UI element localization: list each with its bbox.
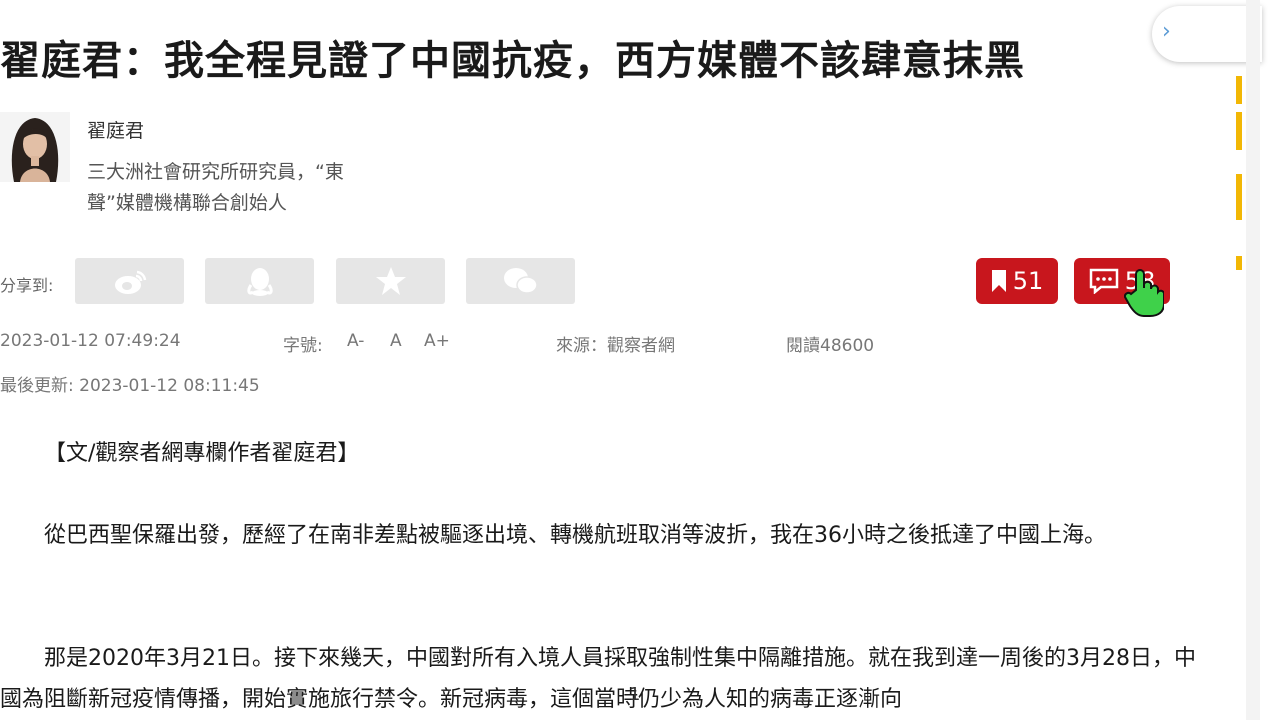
font-size-normal[interactable]: A	[390, 331, 402, 351]
last-updated: 最後更新: 2023-01-12 08:11:45	[0, 376, 260, 396]
font-size-increase[interactable]: A+	[424, 331, 450, 351]
font-size-label: 字號:	[283, 336, 323, 356]
hand-cursor-icon	[1123, 268, 1165, 322]
share-qq-button[interactable]	[205, 258, 314, 304]
bookmark-icon	[991, 270, 1006, 292]
author-bio: 三大洲社會研究所研究員，“東聲”媒體機構聯合創始人	[87, 161, 344, 214]
page-number: 1	[629, 684, 641, 705]
share-weibo-button[interactable]	[75, 258, 184, 304]
qzone-star-icon	[375, 267, 406, 295]
article-paragraph: 從巴西聖保羅出發，歷經了在南非差點被驅逐出境、轉機航班取消等波折，我在36小時之…	[44, 523, 1106, 548]
article-paragraph: 【文/觀察者網專欄作者翟庭君】	[44, 441, 360, 466]
article-paragraph: 那是2020年3月21日。接下來幾天，中國對所有入境人員採取強制性集中隔離措施。…	[0, 646, 1196, 712]
share-wechat-button[interactable]	[466, 258, 575, 304]
chevron-right-icon: ›	[1162, 19, 1171, 44]
share-qzone-button[interactable]	[336, 258, 445, 304]
author-name[interactable]: 翟庭君	[87, 116, 144, 143]
comment-icon	[1089, 268, 1118, 294]
article-title: 翟庭君：我全程見證了中國抗疫，西方媒體不該肆意抹黑	[0, 38, 1025, 84]
read-count: 閱讀48600	[786, 336, 875, 356]
bookmark-button[interactable]: 51	[976, 258, 1058, 304]
weibo-icon	[114, 270, 146, 294]
qq-icon	[246, 268, 273, 296]
article-source: 來源：觀察者網	[556, 336, 675, 356]
wechat-icon	[503, 268, 538, 294]
bookmark-count: 51	[1012, 267, 1044, 295]
page-scrollbar[interactable]	[1246, 0, 1260, 720]
author-avatar[interactable]	[0, 112, 70, 182]
publish-time: 2023-01-12 07:49:24	[0, 331, 181, 351]
font-size-decrease[interactable]: A-	[347, 331, 364, 351]
share-label: 分享到:	[0, 276, 54, 295]
